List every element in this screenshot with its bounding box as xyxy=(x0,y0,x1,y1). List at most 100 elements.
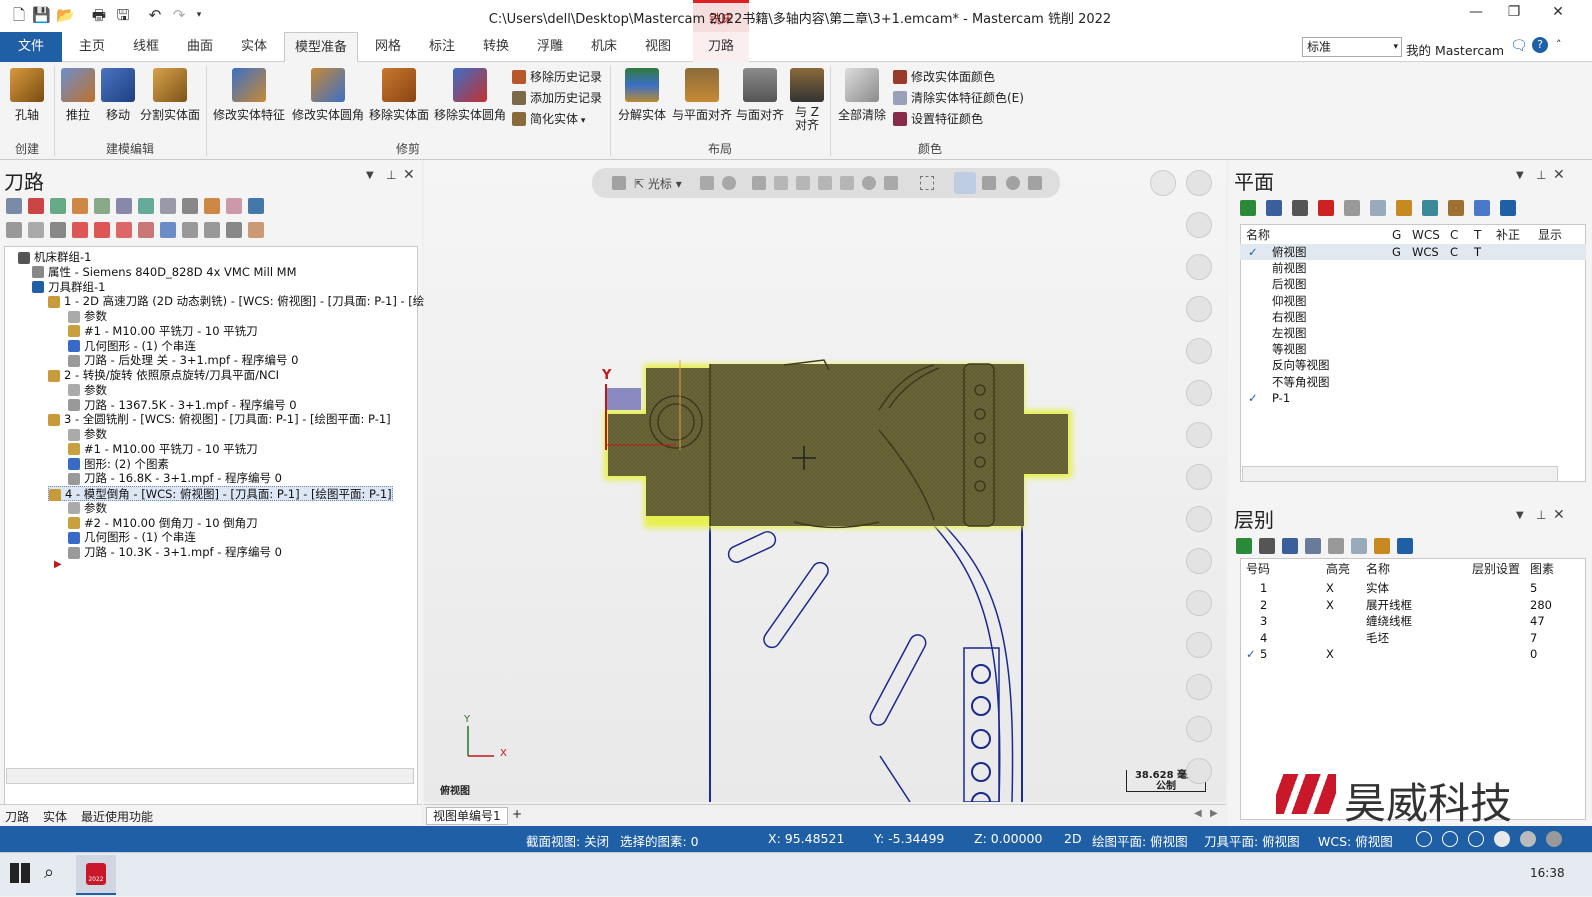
decompose-solid-button[interactable]: 分解实体 xyxy=(615,68,669,123)
quick-access-dropdown-icon[interactable]: ▾ xyxy=(190,6,208,24)
post-icon[interactable] xyxy=(204,198,220,214)
tree-item-params[interactable]: 参数 xyxy=(68,501,107,516)
panel-menu-icon[interactable]: ▼ xyxy=(366,170,374,181)
tab-scroll-left-icon[interactable]: ◀ xyxy=(1194,808,1202,819)
modify-solid-feature-button[interactable]: 修改实体特征 xyxy=(210,68,288,123)
add-history-button[interactable]: 添加历史记录 xyxy=(512,89,602,107)
collapse-ribbon-icon[interactable]: ˄ xyxy=(1556,38,1562,51)
measure-icon[interactable] xyxy=(1186,422,1212,448)
window-select-icon[interactable] xyxy=(920,176,934,190)
no-entry-icon[interactable] xyxy=(1150,170,1176,196)
simplify-solid-button[interactable]: 简化实体 ▾ xyxy=(512,110,585,128)
hole-axis-button[interactable]: 孔轴 xyxy=(6,68,48,123)
material-sphere-icon[interactable] xyxy=(1546,831,1562,847)
verify-select-icon[interactable] xyxy=(954,172,976,194)
windows-start-icon[interactable] xyxy=(10,863,30,883)
tree-item-operation-1[interactable]: 1 - 2D 高速刀路 (2D 动态剥铣) - [WCS: 俯视图] - [刀具… xyxy=(48,294,424,309)
high-speed-icon[interactable] xyxy=(226,222,242,238)
remove-solid-fillet-button[interactable]: 移除实体圆角 xyxy=(431,68,509,123)
tree-item-tool[interactable]: #2 - M10.00 倒角刀 - 10 倒角刀 xyxy=(68,516,258,531)
tree-item-geometry[interactable]: 几何图形 - (1) 个串连 xyxy=(68,530,196,545)
shaded-sphere-icon[interactable] xyxy=(1494,831,1510,847)
tree-horizontal-scrollbar[interactable] xyxy=(6,768,414,784)
tree-item-operation-2[interactable]: 2 - 转换/旋转 依照原点旋转/刀具平面/NCI xyxy=(48,368,279,383)
restore-icon[interactable]: ❐ xyxy=(1496,4,1532,26)
layers-icon[interactable] xyxy=(1186,716,1212,742)
layers-icon[interactable] xyxy=(1282,538,1298,554)
cursor-mode-dropdown[interactable]: ⇱ 光标 ▾ xyxy=(634,175,682,192)
clear-all-colors-button[interactable]: 全部清除 xyxy=(835,68,889,123)
tree-item-tool[interactable]: #1 - M10.00 平铣刀 - 10 平铣刀 xyxy=(68,442,258,457)
tab-transform[interactable]: 转换 xyxy=(474,32,518,62)
move-insert-icon[interactable] xyxy=(138,222,154,238)
trim-icon[interactable] xyxy=(1186,632,1212,658)
toggle-posting-icon[interactable] xyxy=(50,222,66,238)
plane-column-header[interactable]: 补正 xyxy=(1496,226,1520,244)
tab-surfaces[interactable]: 曲面 xyxy=(178,32,222,62)
config-dropdown[interactable]: 标准 ▾ xyxy=(1302,37,1402,57)
plane-row[interactable] xyxy=(1240,390,1586,406)
select-chain-icon[interactable] xyxy=(774,176,788,190)
level-column-header[interactable]: 号码 xyxy=(1246,560,1270,578)
tree-item-operation-3[interactable]: 3 - 全圆铣削 - [WCS: 俯视图] - [刀具面: P-1] - [绘图… xyxy=(48,412,391,427)
tree-item-params[interactable]: 参数 xyxy=(68,383,107,398)
close-panel-icon[interactable]: ✕ xyxy=(1553,167,1565,183)
search-icon[interactable] xyxy=(1259,538,1275,554)
zoom-in-icon[interactable] xyxy=(1186,170,1212,196)
move-button[interactable]: 移动 xyxy=(100,68,136,123)
plane-column-header[interactable]: G xyxy=(1392,226,1401,244)
move-down-icon[interactable] xyxy=(72,222,88,238)
chart-icon[interactable] xyxy=(1474,200,1490,216)
copy-icon[interactable] xyxy=(182,222,198,238)
draw-plane-status[interactable]: 绘图平面: 俯视图 xyxy=(1092,831,1188,850)
tool-plane-status[interactable]: 刀具平面: 俯视图 xyxy=(1204,831,1300,850)
add-level-icon[interactable] xyxy=(1236,538,1252,554)
tree-item-tool-group[interactable]: 刀具群组-1 xyxy=(32,280,105,295)
tree-item-operation-4[interactable]: 4 - 模型倒角 - [WCS: 俯视图] - [刀具面: P-1] - [绘图… xyxy=(48,486,393,501)
plane-column-header[interactable]: T xyxy=(1474,226,1481,244)
globe-wire-icon[interactable] xyxy=(1442,831,1458,847)
remove-solid-face-button[interactable]: 移除实体面 xyxy=(366,68,432,123)
tab-machine[interactable]: 机床 xyxy=(582,32,626,62)
toggle-display-icon[interactable] xyxy=(28,222,44,238)
select-last-icon[interactable] xyxy=(982,176,996,190)
plane-horizontal-scrollbar[interactable] xyxy=(1242,466,1558,482)
plane-column-header[interactable]: C xyxy=(1450,226,1458,244)
gear-icon[interactable] xyxy=(1374,538,1390,554)
plane-column-header[interactable]: 显示 xyxy=(1538,226,1562,244)
circle-icon[interactable] xyxy=(1186,254,1212,280)
y-coordinate[interactable]: Y: -5.34499 xyxy=(874,831,944,846)
insert-arrow-icon[interactable] xyxy=(116,222,132,238)
verify-icon[interactable] xyxy=(116,198,132,214)
tab-model-prep[interactable]: 模型准备 xyxy=(284,32,358,63)
tab-dimension[interactable]: 标注 xyxy=(420,32,464,62)
save-as-icon[interactable]: 🖫 xyxy=(114,6,132,24)
z-coordinate[interactable]: Z: 0.00000 xyxy=(974,831,1042,846)
section-view-status[interactable]: 截面视图: 关闭 xyxy=(526,831,609,850)
lock-icon[interactable] xyxy=(612,176,626,190)
curve-icon[interactable] xyxy=(1186,296,1212,322)
select-face-icon[interactable] xyxy=(818,176,832,190)
tab-home[interactable]: 主页 xyxy=(70,32,114,62)
regenerate-all-icon[interactable] xyxy=(50,198,66,214)
settings-icon[interactable] xyxy=(1186,758,1212,784)
dimension-mode[interactable]: 2D xyxy=(1064,831,1082,846)
tab-toolpaths[interactable]: 刀路 xyxy=(693,32,749,62)
add-plane-icon[interactable] xyxy=(1240,200,1256,216)
tree-item-toolpath[interactable]: 刀路 - 1367.5K - 3+1.mpf - 程序编号 0 xyxy=(68,398,297,413)
tab-file[interactable]: 文件 xyxy=(0,32,62,62)
insert-arrow-icon[interactable]: ▶ xyxy=(54,559,62,570)
select-mode-icon[interactable] xyxy=(160,222,176,238)
simulate-icon[interactable] xyxy=(160,198,176,214)
level-grid-icon[interactable] xyxy=(1351,538,1367,554)
open-folder-icon[interactable]: 📂 xyxy=(56,6,75,24)
select-solid-icon[interactable] xyxy=(796,176,810,190)
select-all-ops-icon[interactable] xyxy=(6,198,22,214)
viewport-tab[interactable]: 视图单编号1 xyxy=(426,807,508,825)
my-mastercam-link[interactable]: 我的 Mastercam xyxy=(1406,40,1504,59)
lock-icon[interactable] xyxy=(6,222,22,238)
level-column-header[interactable]: 图素 xyxy=(1530,560,1554,578)
undo-icon[interactable]: ↶ xyxy=(146,6,164,24)
pin-icon[interactable]: ⊥ xyxy=(386,168,396,182)
gear-icon[interactable] xyxy=(1396,200,1412,216)
